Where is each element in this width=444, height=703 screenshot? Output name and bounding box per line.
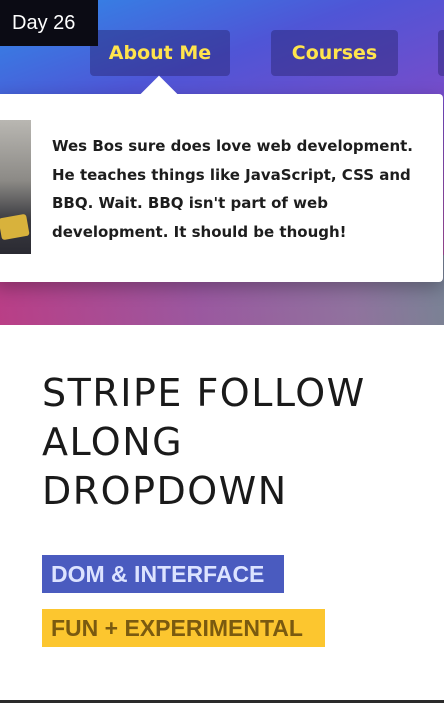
page-title: Stripe Follow Along Dropdown: [42, 371, 366, 513]
nav-courses[interactable]: Courses: [271, 30, 398, 76]
dropdown-panel: Wes Bos sure does love web development. …: [0, 94, 443, 282]
demo-screenshot: About Me Courses Wes Bos sure does love …: [0, 0, 444, 325]
shirt-logo: [0, 213, 30, 241]
nav-next-item[interactable]: [438, 30, 444, 76]
dropdown-bio-text: Wes Bos sure does love web development. …: [52, 137, 413, 241]
profile-photo: [0, 120, 31, 254]
tag-fun-experimental[interactable]: Fun + Experimental: [42, 609, 325, 647]
day-badge: Day 26: [0, 0, 98, 46]
nav-about-me[interactable]: About Me: [90, 30, 230, 76]
tag-dom-interface[interactable]: DOM & Interface: [42, 555, 284, 593]
